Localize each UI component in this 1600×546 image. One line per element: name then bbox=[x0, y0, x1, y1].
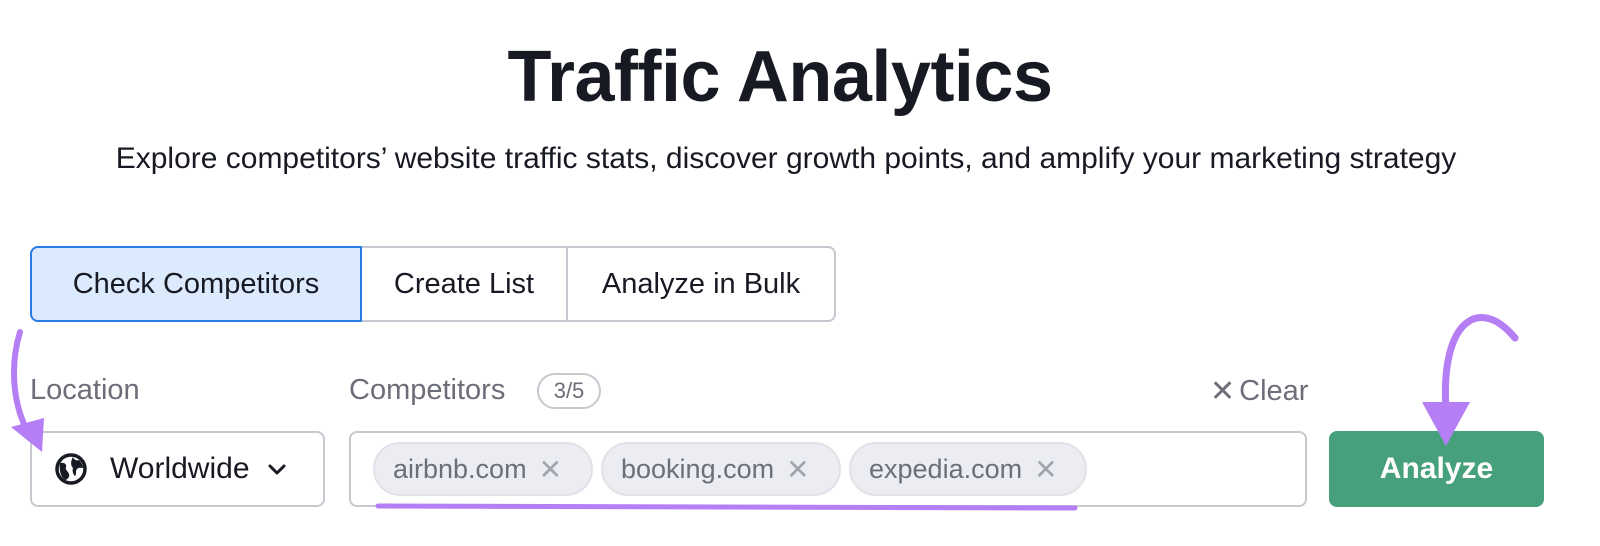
location-label: Location bbox=[30, 374, 140, 406]
competitor-chip[interactable]: booking.com ✕ bbox=[601, 442, 841, 496]
page-subtitle: Explore competitors’ website traffic sta… bbox=[115, 142, 1457, 175]
competitor-chip[interactable]: expedia.com ✕ bbox=[849, 442, 1087, 496]
competitor-chip-label: booking.com bbox=[621, 453, 775, 484]
competitor-chip-label: airbnb.com bbox=[393, 453, 527, 484]
remove-chip-icon[interactable]: ✕ bbox=[539, 453, 562, 486]
competitors-count-badge: 3/5 bbox=[537, 373, 601, 409]
chevron-down-icon bbox=[268, 464, 285, 475]
tab-analyze-in-bulk[interactable]: Analyze in Bulk bbox=[566, 246, 836, 322]
tab-check-competitors[interactable]: Check Competitors bbox=[30, 246, 362, 322]
traffic-analytics-page: Traffic Analytics Explore competitors’ w… bbox=[0, 0, 1600, 546]
analyze-button[interactable]: Analyze bbox=[1329, 431, 1544, 507]
remove-chip-icon[interactable]: ✕ bbox=[786, 453, 809, 486]
globe-icon bbox=[55, 453, 87, 485]
competitors-label: Competitors bbox=[349, 374, 506, 406]
clear-button[interactable]: ✕ Clear bbox=[1210, 374, 1308, 409]
close-icon: ✕ bbox=[1210, 375, 1236, 408]
location-value: Worldwide bbox=[110, 452, 250, 485]
annotation-arrow-analyze bbox=[1441, 314, 1519, 414]
competitor-chip-label: expedia.com bbox=[869, 453, 1023, 484]
tab-create-list[interactable]: Create List bbox=[360, 246, 568, 322]
competitors-input[interactable]: airbnb.com ✕ booking.com ✕ expedia.com ✕ bbox=[349, 431, 1307, 507]
competitor-chip[interactable]: airbnb.com ✕ bbox=[373, 442, 593, 496]
clear-label: Clear bbox=[1239, 375, 1309, 407]
location-select[interactable]: Worldwide bbox=[30, 431, 325, 507]
remove-chip-icon[interactable]: ✕ bbox=[1034, 453, 1057, 486]
annotation-arrow-location bbox=[11, 329, 33, 439]
mode-tabs: Check Competitors Create List Analyze in… bbox=[30, 246, 836, 322]
page-title: Traffic Analytics bbox=[507, 37, 1053, 117]
